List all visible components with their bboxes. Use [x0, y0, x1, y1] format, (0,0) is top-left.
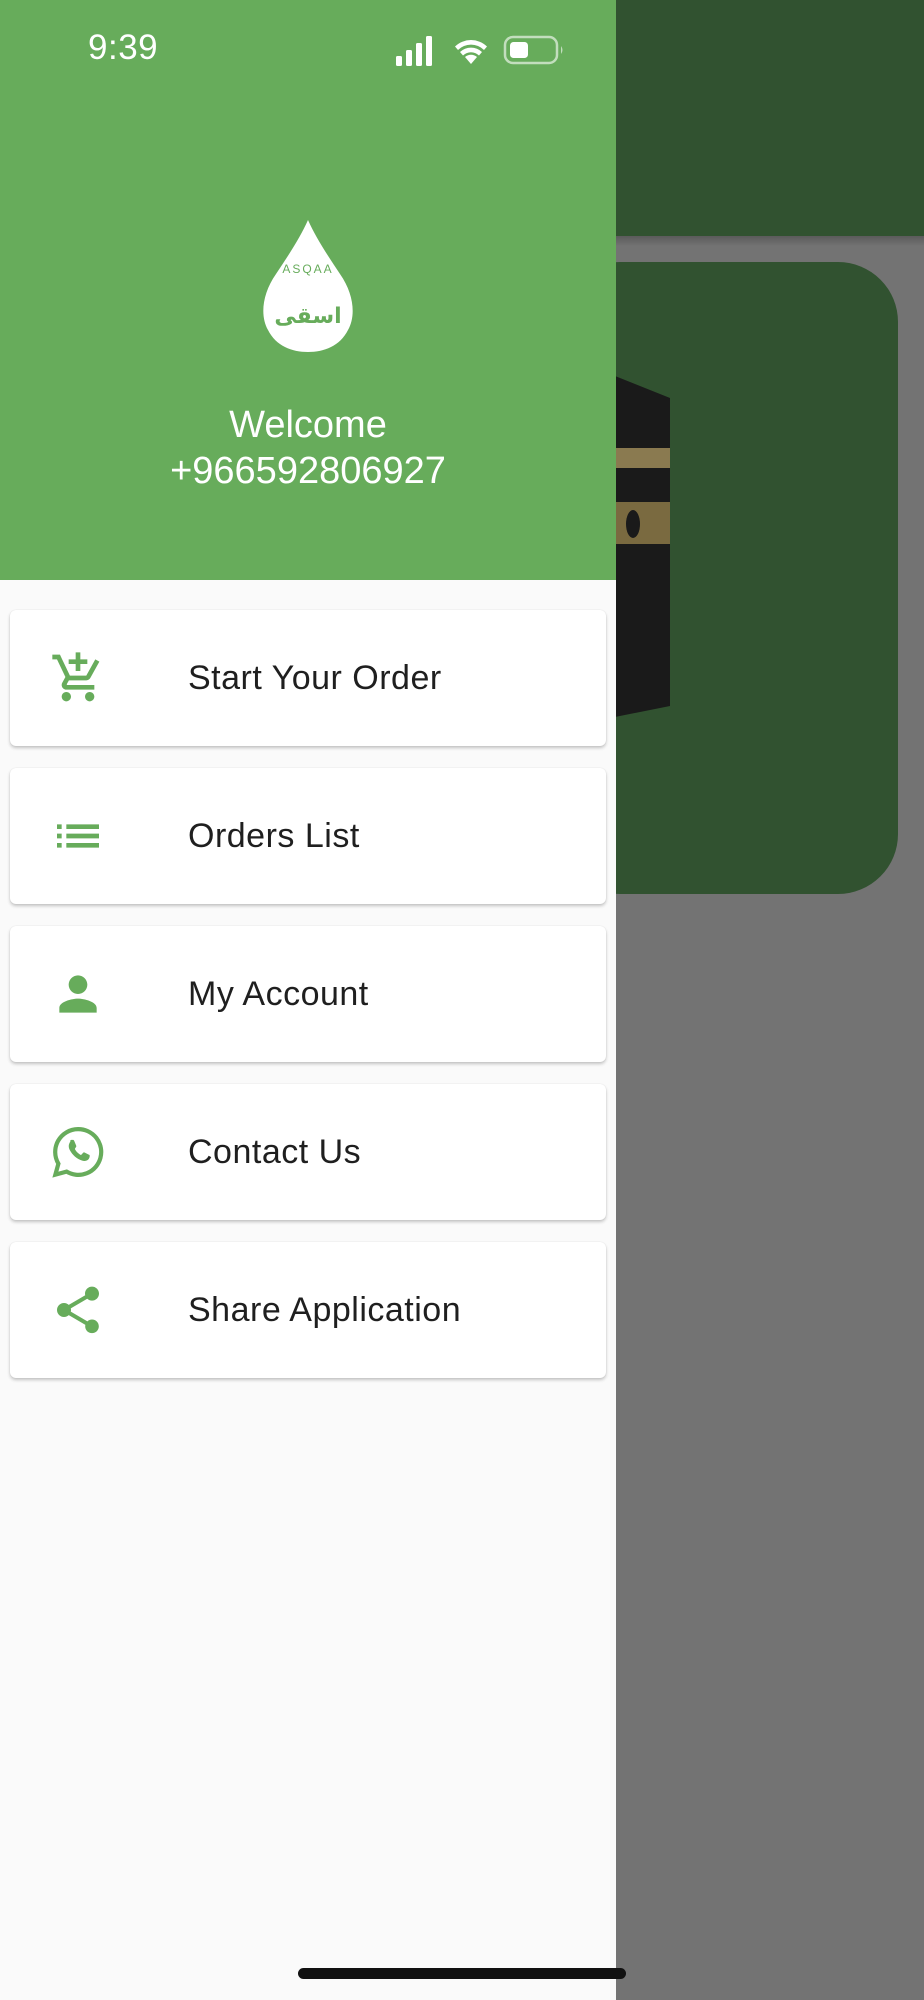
welcome-block: Welcome +966592806927: [0, 402, 616, 494]
menu-item-my-account[interactable]: My Account: [10, 926, 606, 1062]
add-to-cart-icon: [52, 652, 100, 702]
wifi-icon: [455, 40, 487, 64]
user-phone: +966592806927: [170, 450, 446, 492]
person-icon: [59, 975, 97, 1013]
welcome-title: Welcome: [229, 404, 387, 446]
status-time: 9:39: [88, 28, 159, 67]
signal-icon: [396, 36, 432, 66]
menu-item-orders-list[interactable]: Orders List: [10, 768, 606, 904]
logo-text-ar: اسقى: [274, 304, 342, 329]
menu-label-my-account: My Account: [188, 975, 369, 1013]
menu-label-start-order: Start Your Order: [188, 659, 442, 697]
navigation-drawer: 9:39 ASQAA اسقى Welcome +966592806927 St…: [0, 0, 616, 2000]
menu-item-start-order[interactable]: Start Your Order: [10, 610, 606, 746]
asqaa-logo: ASQAA اسقى: [258, 220, 358, 352]
drawer-header: 9:39 ASQAA اسقى Welcome +966592806927: [0, 0, 616, 580]
list-icon: [57, 824, 99, 848]
status-icons: [396, 35, 563, 66]
menu-item-contact-us[interactable]: Contact Us: [10, 1084, 606, 1220]
logo-text-en: ASQAA: [282, 262, 334, 276]
menu-item-share-application[interactable]: Share Application: [10, 1242, 606, 1378]
whatsapp-icon: [52, 1127, 104, 1178]
menu-label-share-application: Share Application: [188, 1291, 462, 1329]
drawer-menu: Start Your Order Orders List My Account …: [10, 610, 606, 1400]
menu-label-orders-list: Orders List: [188, 817, 360, 855]
share-icon: [57, 1286, 99, 1334]
menu-label-contact-us: Contact Us: [188, 1133, 362, 1171]
home-indicator[interactable]: [298, 1968, 626, 1979]
battery-icon: [503, 35, 563, 65]
